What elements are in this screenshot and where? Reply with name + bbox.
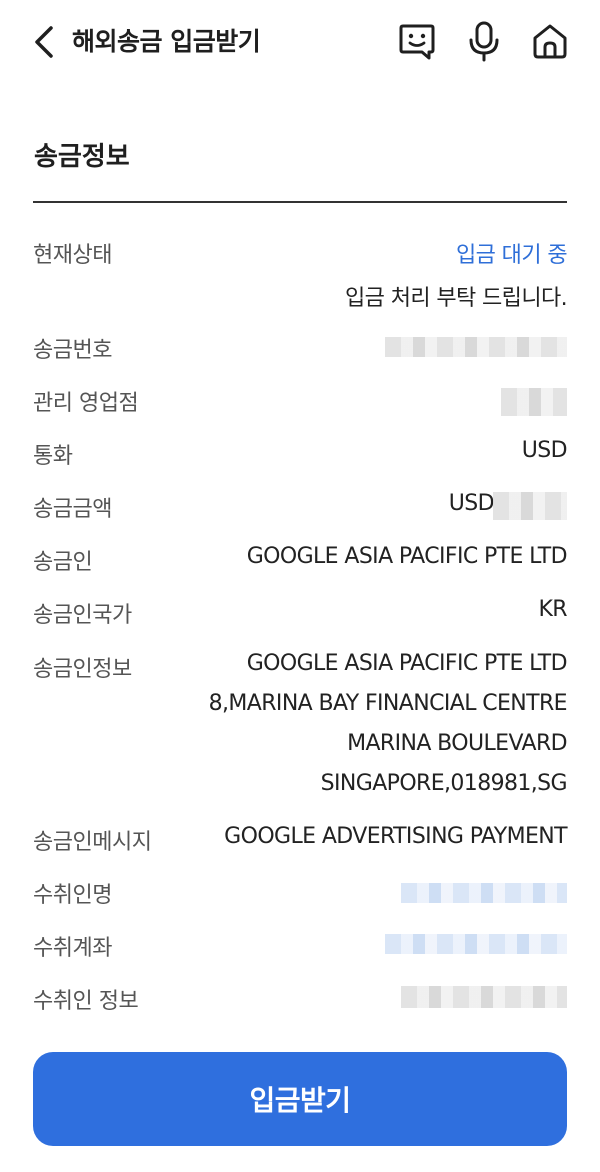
back-button[interactable] xyxy=(26,22,62,62)
recipient-info-label: 수취인 정보 xyxy=(33,989,139,1014)
home-button[interactable] xyxy=(529,20,571,62)
sender-message-label: 송금인메시지 xyxy=(33,830,152,855)
receive-deposit-button[interactable]: 입금받기 xyxy=(33,1052,567,1146)
status-value: 입금 대기 중 xyxy=(456,243,568,268)
recipient-name-label: 수취인명 xyxy=(33,883,112,908)
microphone-button[interactable] xyxy=(463,20,505,62)
recipient-name-masked xyxy=(401,883,567,903)
remittance-number-masked xyxy=(385,337,567,357)
sender-info-line: GOOGLE ASIA PACIFIC PTE LTD xyxy=(246,651,568,676)
amount-masked xyxy=(493,492,567,520)
amount-label: 송금금액 xyxy=(33,497,112,522)
sender-info-line: SINGAPORE,018981,SG xyxy=(320,771,568,796)
chatbot-button[interactable] xyxy=(396,20,438,62)
sender-country-label: 송금인국가 xyxy=(33,603,132,628)
sender-info-line: MARINA BOULEVARD xyxy=(347,731,568,756)
branch-label: 관리 영업점 xyxy=(33,391,139,416)
sender-country-value: KR xyxy=(538,597,567,622)
sender-label: 송금인 xyxy=(33,550,93,575)
remittance-number-label: 송금번호 xyxy=(33,338,112,363)
status-label: 현재상태 xyxy=(33,243,112,268)
currency-label: 통화 xyxy=(33,444,73,469)
top-app-bar: 해외송금 입금받기 xyxy=(0,0,600,84)
home-icon xyxy=(533,24,567,59)
section-title: 송금정보 xyxy=(34,142,130,172)
section-divider xyxy=(33,201,567,203)
page-title: 해외송금 입금받기 xyxy=(72,27,261,56)
currency-value: USD xyxy=(521,438,568,463)
chatbot-icon xyxy=(399,24,435,60)
sender-info-line: 8,MARINA BAY FINANCIAL CENTRE xyxy=(208,691,568,716)
chevron-left-icon xyxy=(35,26,53,58)
sender-message-value: GOOGLE ADVERTISING PAYMENT xyxy=(224,824,567,849)
sender-info-label: 송금인정보 xyxy=(33,657,132,682)
branch-masked xyxy=(501,388,567,416)
amount-currency: USD xyxy=(448,491,495,516)
microphone-icon xyxy=(469,21,499,62)
recipient-account-label: 수취계좌 xyxy=(33,936,112,961)
receive-deposit-label: 입금받기 xyxy=(249,1085,351,1116)
status-note: 입금 처리 부탁 드립니다. xyxy=(345,286,568,311)
sender-value: GOOGLE ASIA PACIFIC PTE LTD xyxy=(246,544,568,569)
recipient-account-masked xyxy=(385,934,567,954)
recipient-info-masked xyxy=(401,986,567,1008)
